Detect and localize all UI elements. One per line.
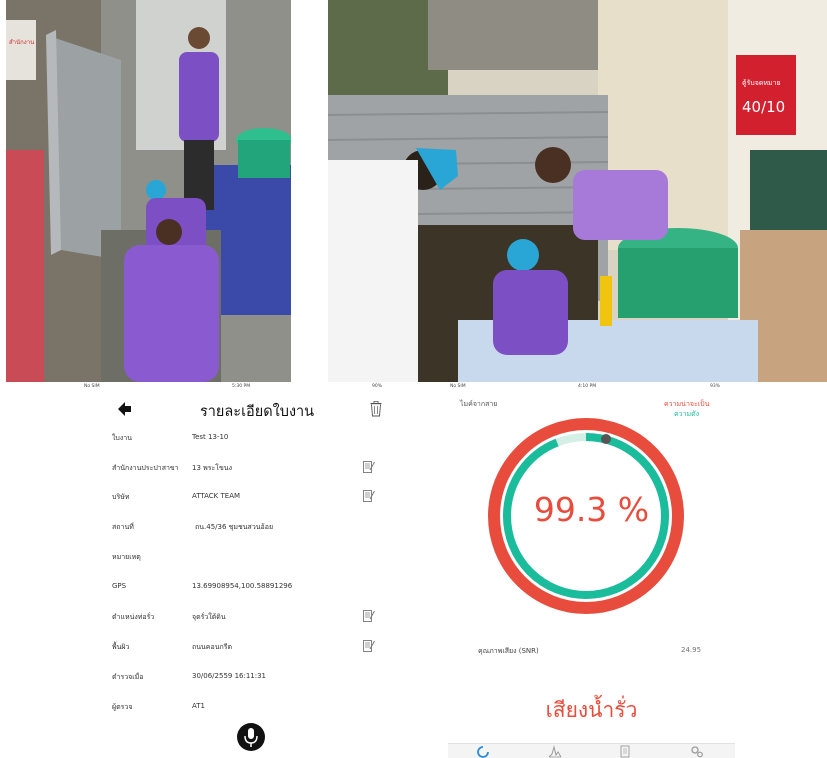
carrier-label: No SIM: [450, 384, 466, 389]
spectrum-tab-icon[interactable]: [548, 745, 562, 758]
row-value: 30/06/2559 16:11:31: [192, 672, 267, 680]
battery-label: 93%: [710, 384, 721, 389]
row-label: ผู้ตรวจ: [112, 703, 133, 711]
trash-icon[interactable]: [370, 401, 382, 417]
mailbox: [736, 55, 796, 135]
row-label: GPS: [112, 582, 127, 590]
status-bar: No SIM 4:10 PM 93%: [448, 382, 735, 391]
tab-bar: [448, 743, 735, 758]
row-label: สำนักงานประปาสาขา: [112, 464, 179, 472]
row-label: ใบงาน: [112, 434, 132, 442]
snr-value: 24.95: [681, 646, 702, 654]
row-label: บริษัท: [112, 493, 130, 501]
leak-analysis-screen: No SIM 4:10 PM 93% ไมค์จากสาย ความน่าจะเ…: [448, 382, 735, 758]
row-label: ตำรวจเมื่อ: [112, 673, 144, 681]
wall-sign: [6, 20, 36, 80]
record-button[interactable]: [237, 723, 265, 751]
row-label: ตำแหน่งท่อรั่ว: [112, 613, 155, 621]
row-value: ATTACK TEAM: [192, 492, 241, 500]
row-value: จุดรั่วใต้ดิน: [192, 613, 226, 621]
page-title: รายละเอียดใบงาน: [200, 404, 315, 420]
row-label: หมายเหตุ: [112, 553, 141, 561]
row-value: ถนนคอนกรีต: [192, 643, 233, 651]
row-value: 13 พระโขนง: [192, 464, 233, 472]
row-value: ถน.45/36 ชุมชนสวนอ้อย: [195, 523, 274, 531]
row-label: สถานที่: [112, 523, 134, 531]
job-detail-screen: No SIM 5:30 PM 90% รายละเอียดใบงาน ใบงาน…: [82, 382, 398, 758]
gauge-tab-icon[interactable]: [476, 745, 490, 758]
result-label: เสียงน้ำรั่ว: [545, 698, 638, 722]
field-photo-right: ตู้รับจดหมาย 40/10: [328, 0, 827, 382]
row-label: พื้นผิว: [112, 643, 130, 651]
clock-label: 4:10 PM: [578, 384, 597, 389]
mailbox-number: 40/10: [742, 98, 785, 116]
row-value: AT1: [192, 702, 205, 710]
edit-icon[interactable]: [363, 490, 375, 502]
clock-label: 5:30 PM: [232, 384, 251, 389]
edit-icon[interactable]: [363, 610, 375, 622]
microphone-icon: [244, 728, 258, 747]
wall-sign-text: สำนักงาน: [9, 39, 34, 46]
edit-icon[interactable]: [363, 461, 375, 473]
row-value: Test 13-10: [192, 433, 229, 441]
row-value: 13.69908954,100.58891296: [192, 582, 293, 590]
carrier-label: No SIM: [84, 384, 100, 389]
back-arrow-icon[interactable]: [118, 402, 132, 416]
battery-label: 90%: [372, 384, 383, 389]
snr-label: คุณภาพเสียง (SNR): [478, 647, 539, 655]
mailbox-label: ตู้รับจดหมาย: [742, 79, 781, 87]
document-tab-icon[interactable]: [618, 745, 632, 758]
field-photo-left: สำนักงาน: [6, 0, 291, 382]
settings-tab-icon[interactable]: [690, 745, 704, 758]
gauge-marker: [601, 434, 611, 444]
edit-icon[interactable]: [363, 640, 375, 652]
status-bar: No SIM 5:30 PM 90%: [82, 382, 398, 391]
input-source-label: ไมค์จากสาย: [460, 400, 498, 408]
probability-value: 99.3 %: [533, 490, 650, 529]
